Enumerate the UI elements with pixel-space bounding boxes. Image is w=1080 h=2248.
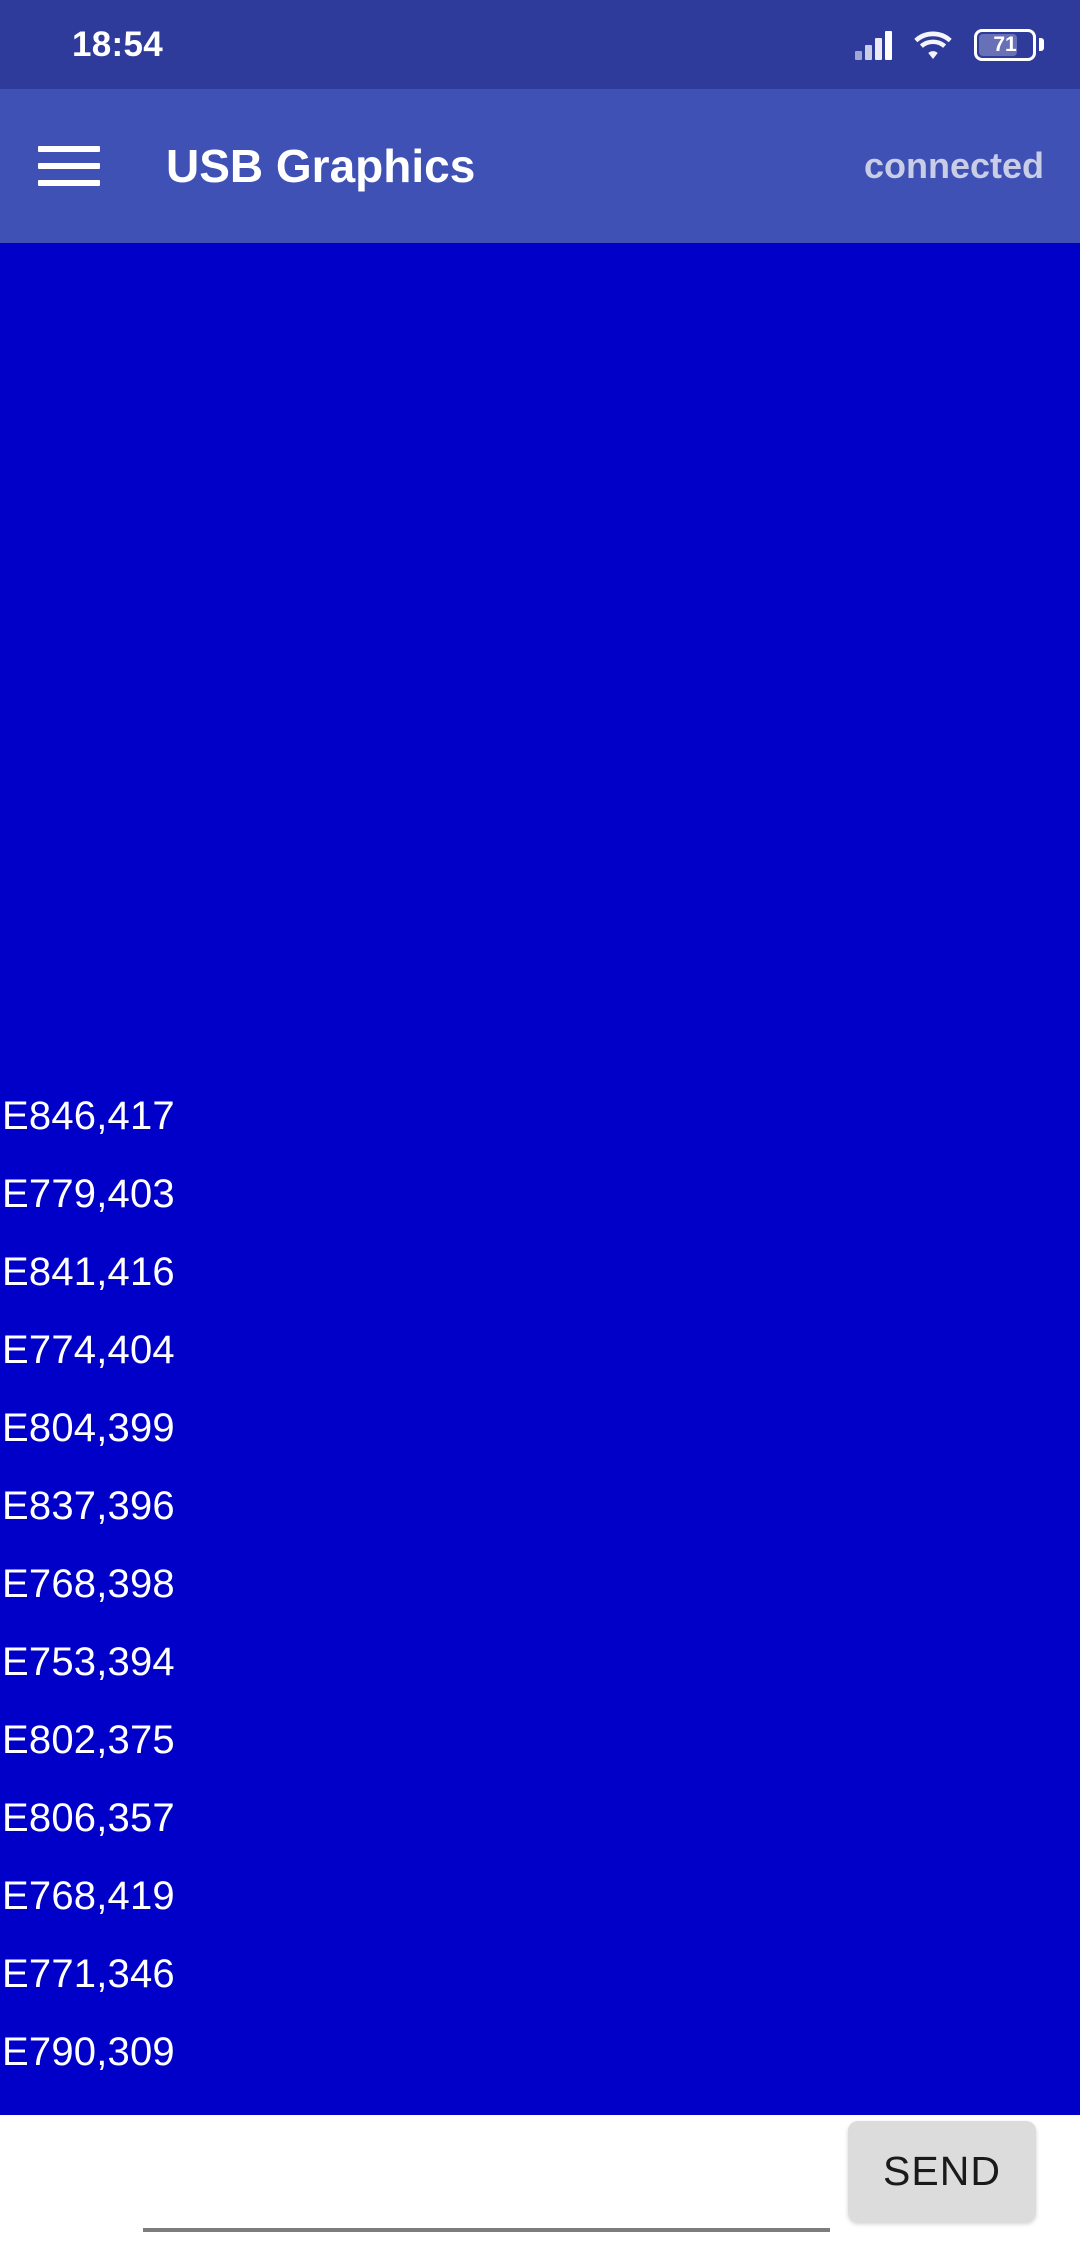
message-field-wrapper: [28, 2115, 848, 2232]
message-input[interactable]: [143, 2176, 830, 2232]
hamburger-menu-icon[interactable]: [38, 134, 102, 198]
status-bar: 18:54 71: [0, 0, 1080, 89]
battery-level-label: 71: [993, 33, 1017, 56]
log-line: E779,403: [2, 1172, 175, 1216]
log-line-list: E846,417 E779,403 E841,416 E774,404 E804,399…: [0, 1077, 1080, 2091]
app-bar: USB Graphics connected: [0, 89, 1080, 243]
connection-status-label: connected: [863, 145, 1044, 186]
page-title: USB Graphics: [166, 140, 476, 192]
log-line: E837,396: [2, 1484, 175, 1528]
log-line: E753,394: [2, 1640, 175, 1684]
log-line: E768,419: [2, 1874, 175, 1918]
log-line: E790,309: [2, 2030, 175, 2074]
log-line: E802,375: [2, 1718, 175, 1762]
app-screen: 18:54 71 USB Graphics connected E846,417…: [0, 0, 1080, 2248]
log-line: E774,404: [2, 1328, 175, 1372]
message-input-bar: SEND: [0, 2115, 1080, 2248]
status-bar-clock: 18:54: [72, 24, 164, 64]
send-button[interactable]: SEND: [848, 2121, 1036, 2222]
log-line: E771,346: [2, 1952, 175, 1996]
log-line: E806,357: [2, 1796, 175, 1840]
status-bar-icons: 71: [855, 28, 1044, 61]
log-line: E804,399: [2, 1406, 175, 1450]
signal-bars-icon: [855, 30, 892, 60]
log-line: E846,417: [2, 1094, 175, 1138]
wifi-icon: [914, 30, 952, 60]
battery-icon: 71: [974, 28, 1044, 61]
log-line: E768,398: [2, 1562, 175, 1606]
log-line: E841,416: [2, 1250, 175, 1294]
serial-log-area[interactable]: E846,417 E779,403 E841,416 E774,404 E804,399…: [0, 243, 1080, 2115]
